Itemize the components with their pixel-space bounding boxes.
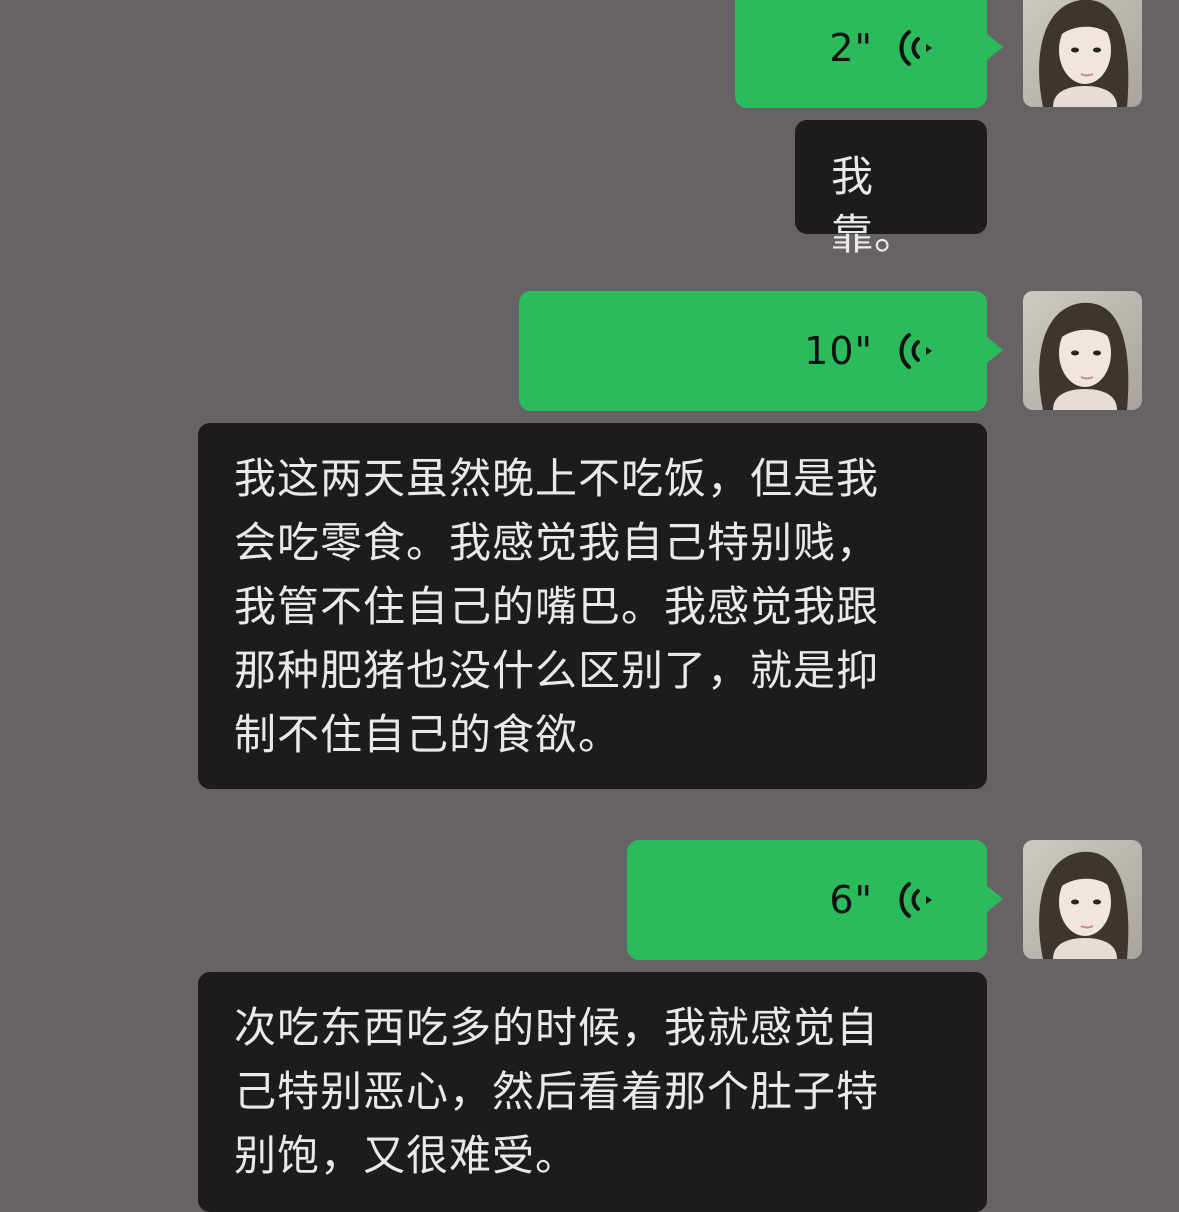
voice-duration: 10" [804, 329, 873, 373]
voice-duration: 2" [829, 26, 873, 70]
user-avatar[interactable] [1023, 291, 1142, 410]
voice-wave-icon [899, 26, 935, 70]
voice-message-bubble[interactable]: 6" [627, 840, 1003, 960]
voice-message-bubble[interactable]: 10" [519, 291, 1003, 411]
voice-wave-icon [899, 878, 935, 922]
user-avatar[interactable] [1023, 0, 1142, 107]
text-message-bubble[interactable]: 次吃东西吃多的时候，我就感觉自 己特别恶心，然后看着那个肚子特 别饱，又很难受。 [198, 972, 987, 1212]
voice-message-bubble[interactable]: 2" [735, 0, 1003, 108]
text-message-bubble[interactable]: 我靠。 [795, 120, 987, 259]
voice-duration: 6" [829, 878, 873, 922]
voice-wave-icon [899, 329, 935, 373]
text-message-bubble[interactable]: 我这两天虽然晚上不吃饭，但是我 会吃零食。我感觉我自己特别贱， 我管不住自己的嘴… [198, 423, 987, 789]
user-avatar[interactable] [1023, 840, 1142, 959]
